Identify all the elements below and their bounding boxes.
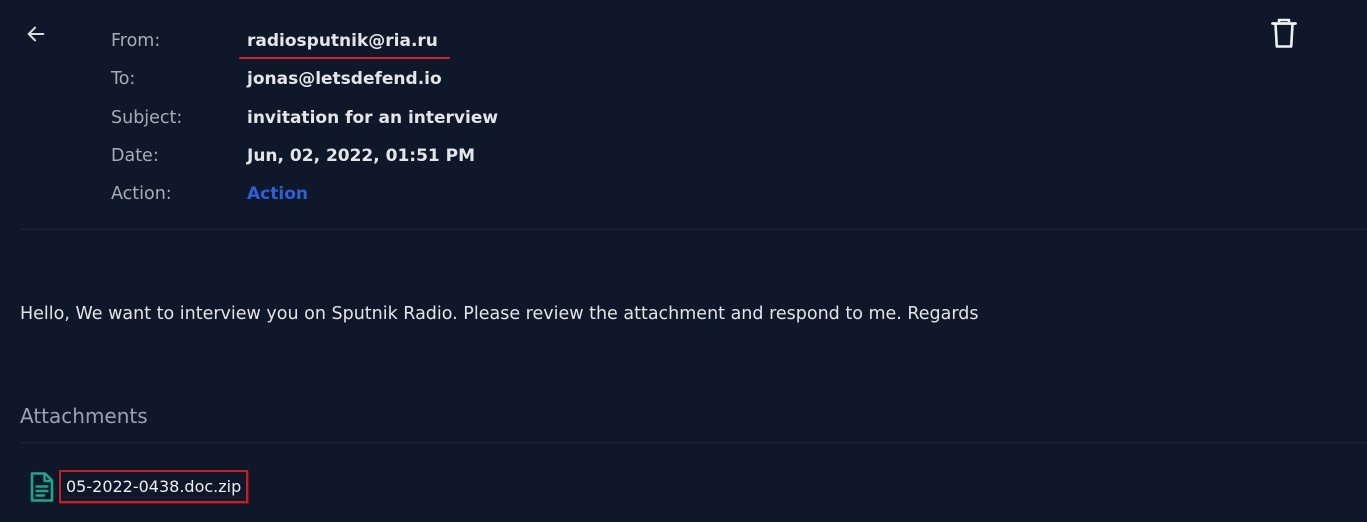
delete-button[interactable] (1268, 16, 1300, 50)
arrow-left-icon (27, 26, 45, 42)
file-document-icon (28, 471, 56, 503)
action-label: Action: (111, 184, 172, 205)
email-metadata: From: radiosputnik@ria.ru To: jonas@lets… (111, 22, 1011, 213)
header-divider (20, 229, 1367, 230)
sender-address: radiosputnik@ria.ru (239, 31, 450, 60)
recipient-address: jonas@letsdefend.io (247, 69, 442, 90)
action-row: Action: Action (111, 175, 1011, 213)
attachments-divider (20, 442, 1367, 443)
attachment-item[interactable]: 05-2022-0438.doc.zip (28, 470, 249, 503)
from-row: From: radiosputnik@ria.ru (111, 22, 1011, 60)
action-link[interactable]: Action (247, 184, 308, 204)
date-value: Jun, 02, 2022, 01:51 PM (247, 146, 476, 167)
to-label: To: (111, 69, 136, 90)
trash-icon (1271, 18, 1297, 48)
back-button[interactable] (22, 20, 50, 48)
attachments-heading: Attachments (20, 404, 148, 428)
date-row: Date: Jun, 02, 2022, 01:51 PM (111, 137, 1011, 175)
subject-label: Subject: (111, 107, 183, 128)
to-row: To: jonas@letsdefend.io (111, 60, 1011, 98)
email-body: Hello, We want to interview you on Sputn… (20, 304, 979, 324)
date-label: Date: (111, 146, 159, 167)
attachment-filename[interactable]: 05-2022-0438.doc.zip (59, 470, 249, 503)
subject-row: Subject: invitation for an interview (111, 99, 1011, 137)
from-label: From: (111, 31, 161, 52)
subject-value: invitation for an interview (247, 107, 499, 128)
